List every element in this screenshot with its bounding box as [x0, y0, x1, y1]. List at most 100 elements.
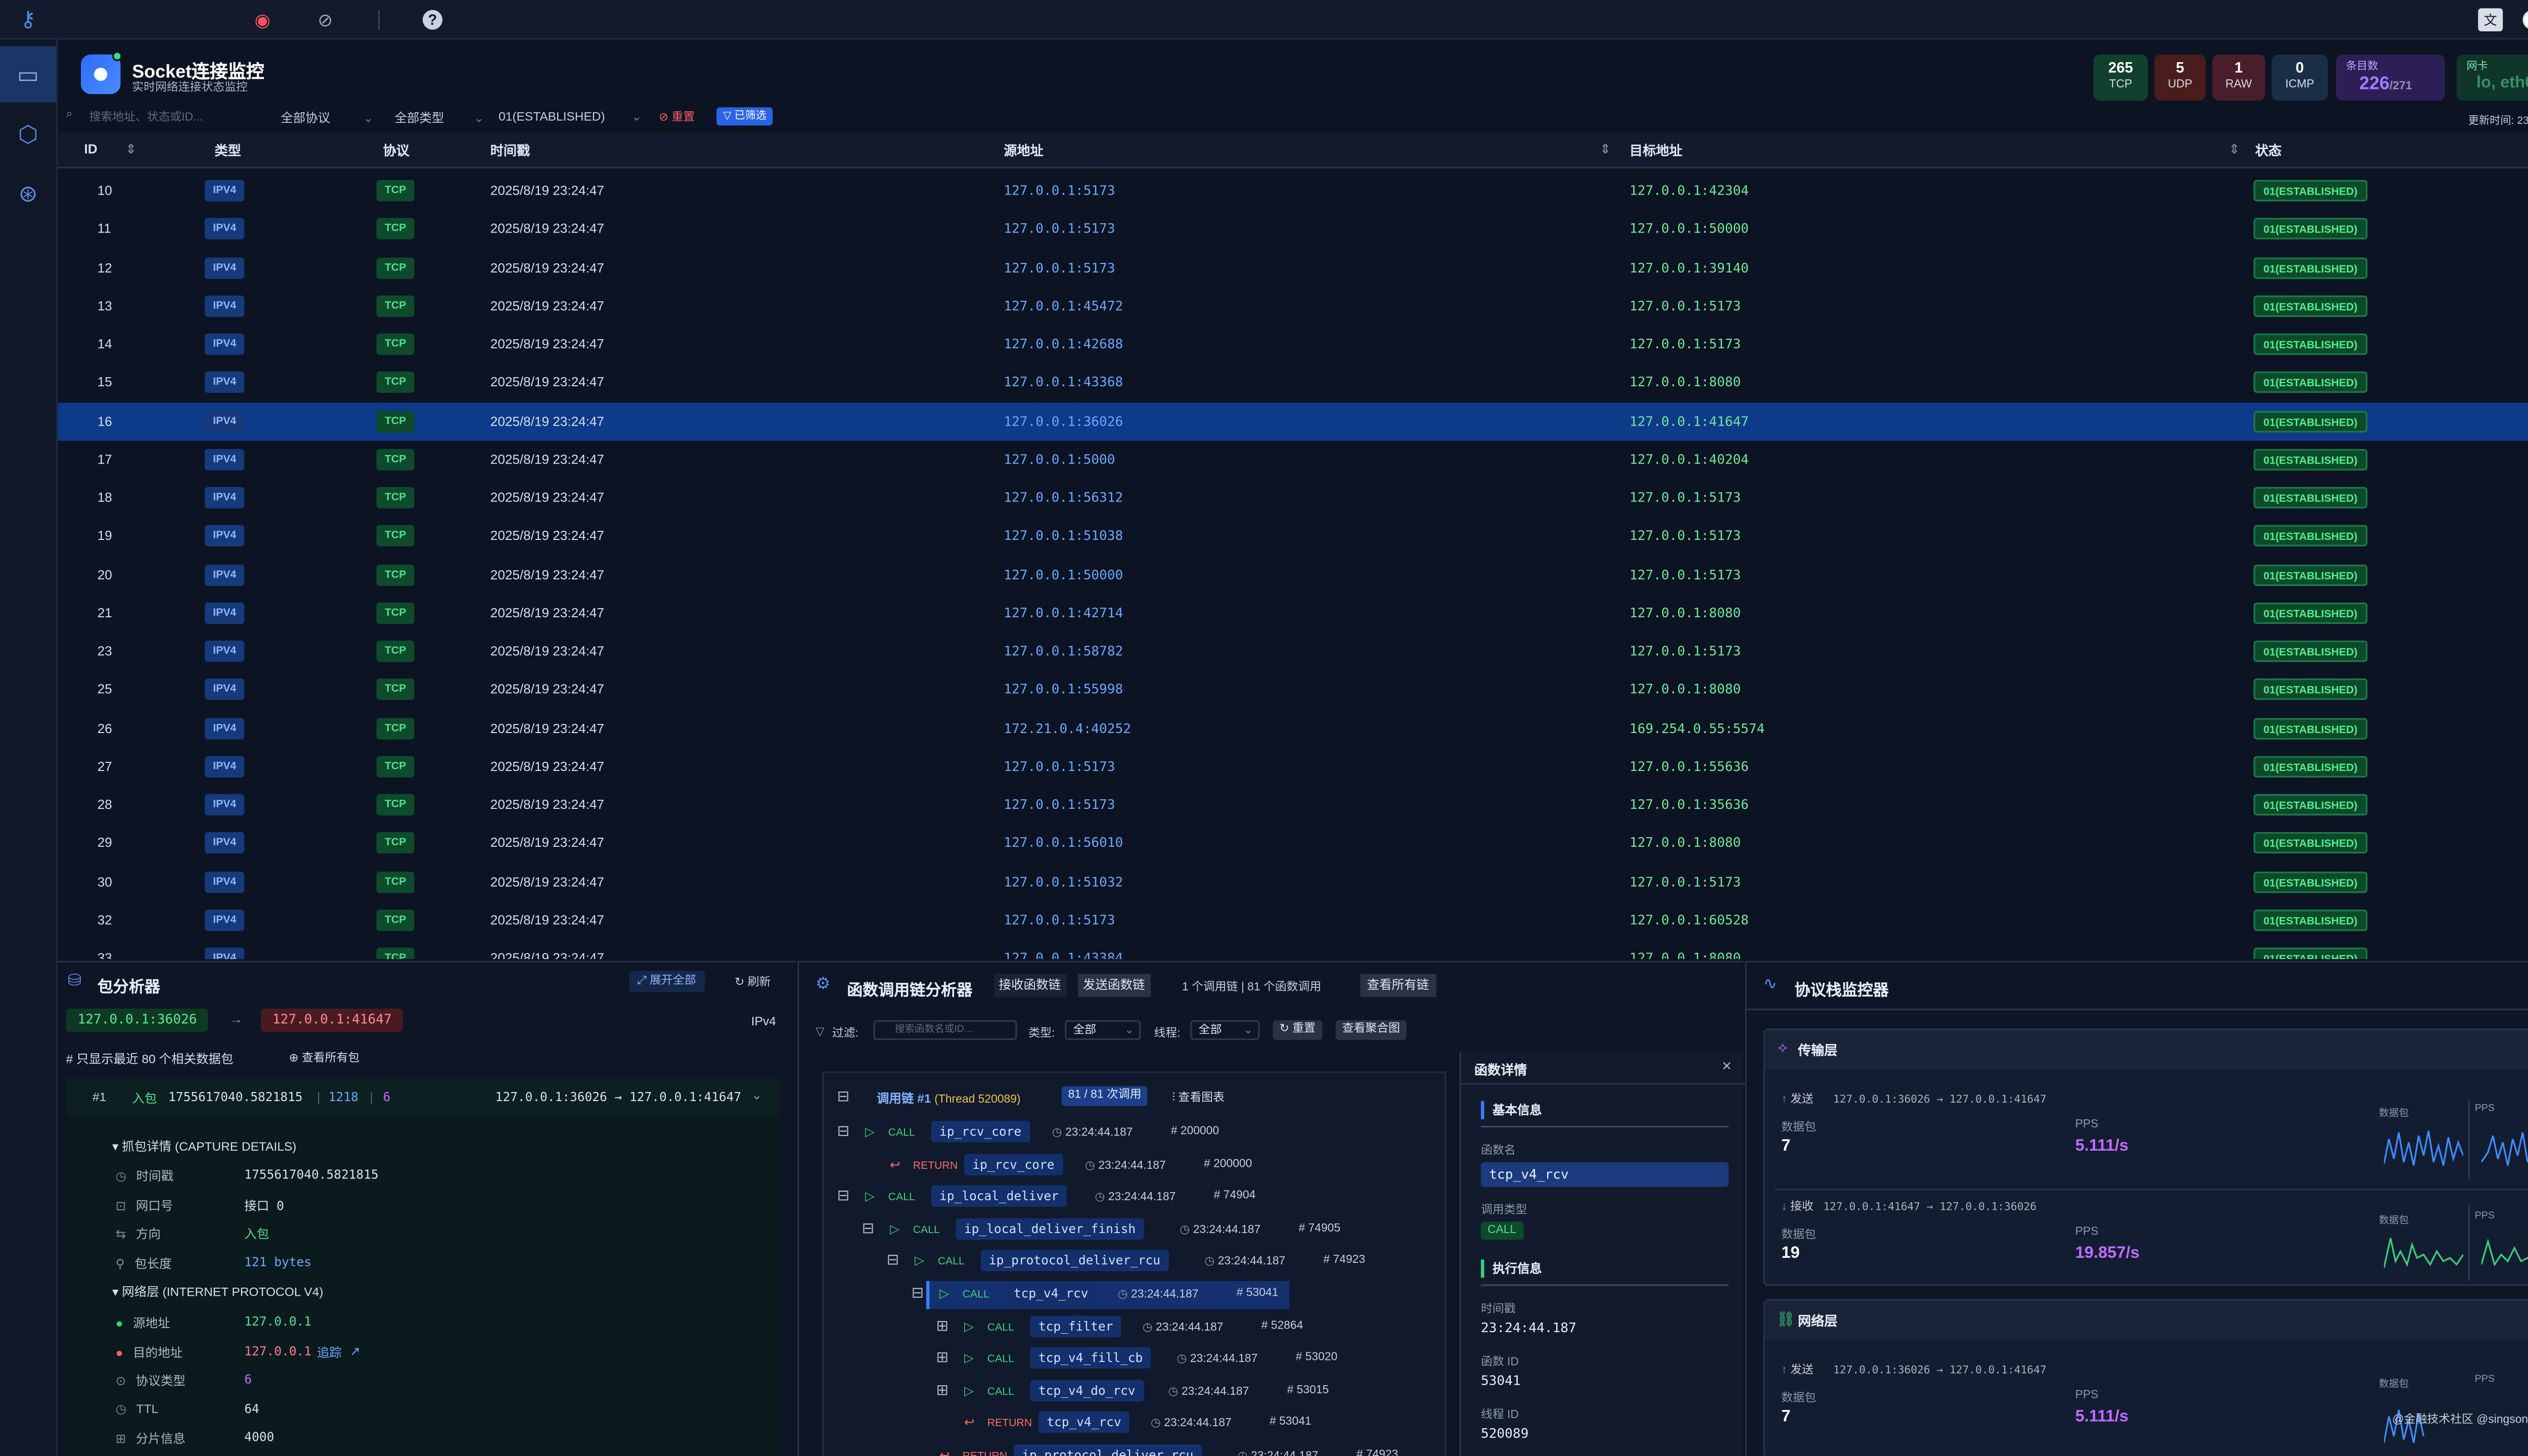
chain-tree: ⊟ 调用链 #1 (Thread 520089) 81 / 81 次调用 ⫶ 查… [822, 1071, 1447, 1456]
table-row[interactable]: 10 IPV4 TCP 2025/8/19 23:24:47 127.0.0.1:517… [58, 172, 2528, 210]
record-stop-icon[interactable]: ◉ [249, 7, 276, 33]
tab-send-chain[interactable]: 发送函数链 [1078, 974, 1150, 997]
proto-badge: TCP [376, 640, 415, 662]
tid-value: 520089 [1480, 1426, 1529, 1441]
ttl-icon: ◷ [115, 1400, 126, 1416]
send-pps-value: 5.111/s [2075, 1137, 2129, 1156]
call-item[interactable]: ⊟ ▷ CALL ip_rcv_core ◷ 23:24:44.187 # 200000 [824, 1119, 1444, 1148]
theme-toggle-icon[interactable]: ☾ [2522, 10, 2528, 30]
call-item[interactable]: ↩ RETURN tcp_v4_rcv ◷ 23:24:44.187 # 53041 [824, 1410, 1444, 1439]
translate-icon[interactable]: 文 [2478, 8, 2503, 32]
recv-pps-label: PPS [2075, 1226, 2099, 1238]
call-item[interactable]: ↩ RETURN ip_rcv_core ◷ 23:24:44.187 # 200000 [824, 1152, 1444, 1180]
table-row[interactable]: 15 IPV4 TCP 2025/8/19 23:24:47 127.0.0.1:433… [58, 363, 2528, 402]
view-all-chains-button[interactable]: 查看所有链 [1360, 974, 1436, 997]
refresh-button[interactable]: ↻ 刷新 [735, 974, 771, 991]
cube-icon[interactable]: ⬡ [0, 106, 56, 162]
type-select[interactable]: 全部类型 ⌄ [394, 109, 484, 127]
play-icon: ▷ [865, 1189, 875, 1204]
table-row[interactable]: 28 IPV4 TCP 2025/8/19 23:24:47 127.0.0.1:517… [58, 786, 2528, 824]
network-icon[interactable]: ⊛ [0, 165, 56, 221]
table-row[interactable]: 19 IPV4 TCP 2025/8/19 23:24:47 127.0.0.1:510… [58, 517, 2528, 556]
close-icon[interactable]: × [1722, 1058, 1732, 1076]
table-row[interactable]: 17 IPV4 TCP 2025/8/19 23:24:47 127.0.0.1:500… [58, 440, 2528, 479]
type-filter-select[interactable]: 全部 ⌄ [1065, 1020, 1141, 1040]
connection-table-body: 10 IPV4 TCP 2025/8/19 23:24:47 127.0.0.1:517… [58, 172, 2528, 960]
table-row[interactable]: 20 IPV4 TCP 2025/8/19 23:24:47 127.0.0.1:500… [58, 556, 2528, 594]
chain-chart-button[interactable]: ⫶ 查看图表 [1172, 1089, 1225, 1106]
table-row[interactable]: 30 IPV4 TCP 2025/8/19 23:24:47 127.0.0.1:510… [58, 862, 2528, 901]
col-src[interactable]: 源地址 [1004, 142, 1043, 160]
proto-icon: ⊙ [115, 1373, 126, 1389]
view-all-packets-button[interactable]: ⊕ 查看所有包 [289, 1050, 359, 1067]
call-item[interactable]: ⊞ ▷ CALL tcp_filter ◷ 23:24:44.187 # 52864 [824, 1313, 1444, 1342]
table-row[interactable]: 25 IPV4 TCP 2025/8/19 23:24:47 127.0.0.1:559… [58, 671, 2528, 709]
table-row[interactable]: 33 IPV4 TCP 2025/8/19 23:24:47 127.0.0.1:433… [58, 939, 2528, 960]
cell-timestamp: 2025/8/19 23:24:47 [490, 221, 604, 237]
state-badge: 01(ESTABLISHED) [2253, 525, 2368, 547]
call-item[interactable]: ⊞ ▷ CALL tcp_v4_do_rcv ◷ 23:24:44.187 # 53015 [824, 1378, 1444, 1406]
table-row[interactable]: 18 IPV4 TCP 2025/8/19 23:24:47 127.0.0.1:563… [58, 479, 2528, 517]
col-ts[interactable]: 时间戳 [490, 142, 530, 160]
table-row[interactable]: 23 IPV4 TCP 2025/8/19 23:24:47 127.0.0.1:587… [58, 632, 2528, 671]
cell-id: 33 [97, 950, 112, 960]
filter-label: 过滤: [832, 1028, 859, 1040]
clock-icon: ◷ 23:24:44.187 [1168, 1386, 1249, 1398]
block-icon[interactable]: ⊘ [312, 7, 338, 33]
call-item[interactable]: ⊟ ▷ CALL ip_local_deliver ◷ 23:24:44.187 # 74… [824, 1184, 1444, 1212]
filtered-badge[interactable]: ▽ 已筛选 [716, 107, 774, 126]
ip-section[interactable]: ▾ 网络层 (INTERNET PROTOCOL V4) [112, 1283, 323, 1301]
trace-link[interactable]: 追踪 [317, 1343, 342, 1361]
table-row[interactable]: 27 IPV4 TCP 2025/8/19 23:24:47 127.0.0.1:517… [58, 747, 2528, 786]
capture-section[interactable]: ▾ 抓包详情 (CAPTURE DETAILS) [112, 1138, 296, 1156]
search-input[interactable]: 搜索地址、状态或ID... [89, 109, 254, 126]
app-logo-icon [81, 51, 122, 95]
table-row[interactable]: 14 IPV4 TCP 2025/8/19 23:24:47 127.0.0.1:426… [58, 325, 2528, 363]
tab-recv-chain[interactable]: 接收函数链 [994, 974, 1066, 997]
cell-src: 172.21.0.4:40252 [1004, 720, 1131, 736]
table-row[interactable]: 13 IPV4 TCP 2025/8/19 23:24:47 127.0.0.1:454… [58, 287, 2528, 325]
state-badge: 01(ESTABLISHED) [2253, 487, 2368, 509]
reset-button[interactable]: ⊘ 重置 [659, 109, 695, 126]
col-dst[interactable]: 目标地址 [1630, 142, 1682, 160]
cell-timestamp: 2025/8/19 23:24:47 [490, 183, 604, 198]
table-row[interactable]: 16 IPV4 TCP 2025/8/19 23:24:47 127.0.0.1:360… [58, 402, 2528, 440]
call-item[interactable]: ↩RETURNip_protocol_deliver_rcu◷ 23:24:44… [824, 1443, 1444, 1456]
call-item[interactable]: ⊟ ▷ CALL ip_protocol_deliver_rcu ◷ 23:24:44.… [824, 1249, 1444, 1277]
call-item[interactable]: ⊟ ▷ CALL tcp_v4_rcv ◷ 23:24:44.187 # 53041 [824, 1281, 1444, 1309]
table-row[interactable]: 11 IPV4 TCP 2025/8/19 23:24:47 127.0.0.1:517… [58, 210, 2528, 249]
table-row[interactable]: 32 IPV4 TCP 2025/8/19 23:24:47 127.0.0.1:517… [58, 901, 2528, 939]
table-row[interactable]: 26 IPV4 TCP 2025/8/19 23:24:47 172.21.0.4:40… [58, 709, 2528, 747]
thread-filter-select[interactable]: 全部 ⌄ [1190, 1020, 1260, 1040]
expand-all-button[interactable]: ⤢ 展开全部 [629, 971, 704, 992]
monitor-icon[interactable]: ▭ [0, 46, 57, 103]
packet-row[interactable]: #1 入包 1755617040.5821815 | 1218 | 6 127.… [66, 1078, 780, 1115]
thread-filter-label: 线程: [1154, 1028, 1181, 1040]
cell-id: 25 [97, 682, 112, 697]
help-icon[interactable]: ? [422, 10, 443, 30]
exec-info-heading: 执行信息 [1480, 1259, 1542, 1278]
proto-badge: TCP [376, 525, 415, 547]
col-src-sort-icon[interactable]: ⇕ [1600, 142, 1611, 157]
table-row[interactable]: 29 IPV4 TCP 2025/8/19 23:24:47 127.0.0.1:560… [58, 824, 2528, 862]
protocol-select[interactable]: 全部协议 ⌄ [281, 109, 374, 127]
packet-title: 包分析器 [97, 979, 160, 997]
type-badge: IPV4 [204, 256, 245, 279]
col-id[interactable]: ID ⇕ [84, 142, 137, 157]
chain-reset-button[interactable]: ↻ 重置 [1273, 1020, 1322, 1040]
state-select[interactable]: 01(ESTABLISHED) ⌄ [499, 109, 642, 124]
col-dst-sort-icon[interactable]: ⇕ [2229, 142, 2240, 157]
table-row[interactable]: 12 IPV4 TCP 2025/8/19 23:24:47 127.0.0.1:517… [58, 248, 2528, 287]
table-row[interactable]: 21 IPV4 TCP 2025/8/19 23:24:47 127.0.0.1:427… [58, 594, 2528, 632]
cell-timestamp: 2025/8/19 23:24:47 [490, 912, 604, 928]
col-proto[interactable]: 协议 [383, 142, 410, 160]
col-state[interactable]: 状态 [2255, 142, 2281, 160]
function-search-input[interactable]: 搜索函数名或ID... [873, 1020, 1017, 1040]
chain-collapse-icon[interactable]: ⊟ [837, 1088, 850, 1106]
key-icon[interactable]: ⚷ [15, 7, 41, 33]
call-item[interactable]: ⊟ ▷ CALL ip_local_deliver_finish ◷ 23:24:44.… [824, 1216, 1444, 1245]
cell-id: 27 [97, 759, 112, 774]
view-aggregate-button[interactable]: 查看聚合图 [1335, 1020, 1407, 1040]
col-type[interactable]: 类型 [214, 142, 241, 160]
call-item[interactable]: ⊞ ▷ CALL tcp_v4_fill_cb ◷ 23:24:44.187 # 5302… [824, 1346, 1444, 1374]
